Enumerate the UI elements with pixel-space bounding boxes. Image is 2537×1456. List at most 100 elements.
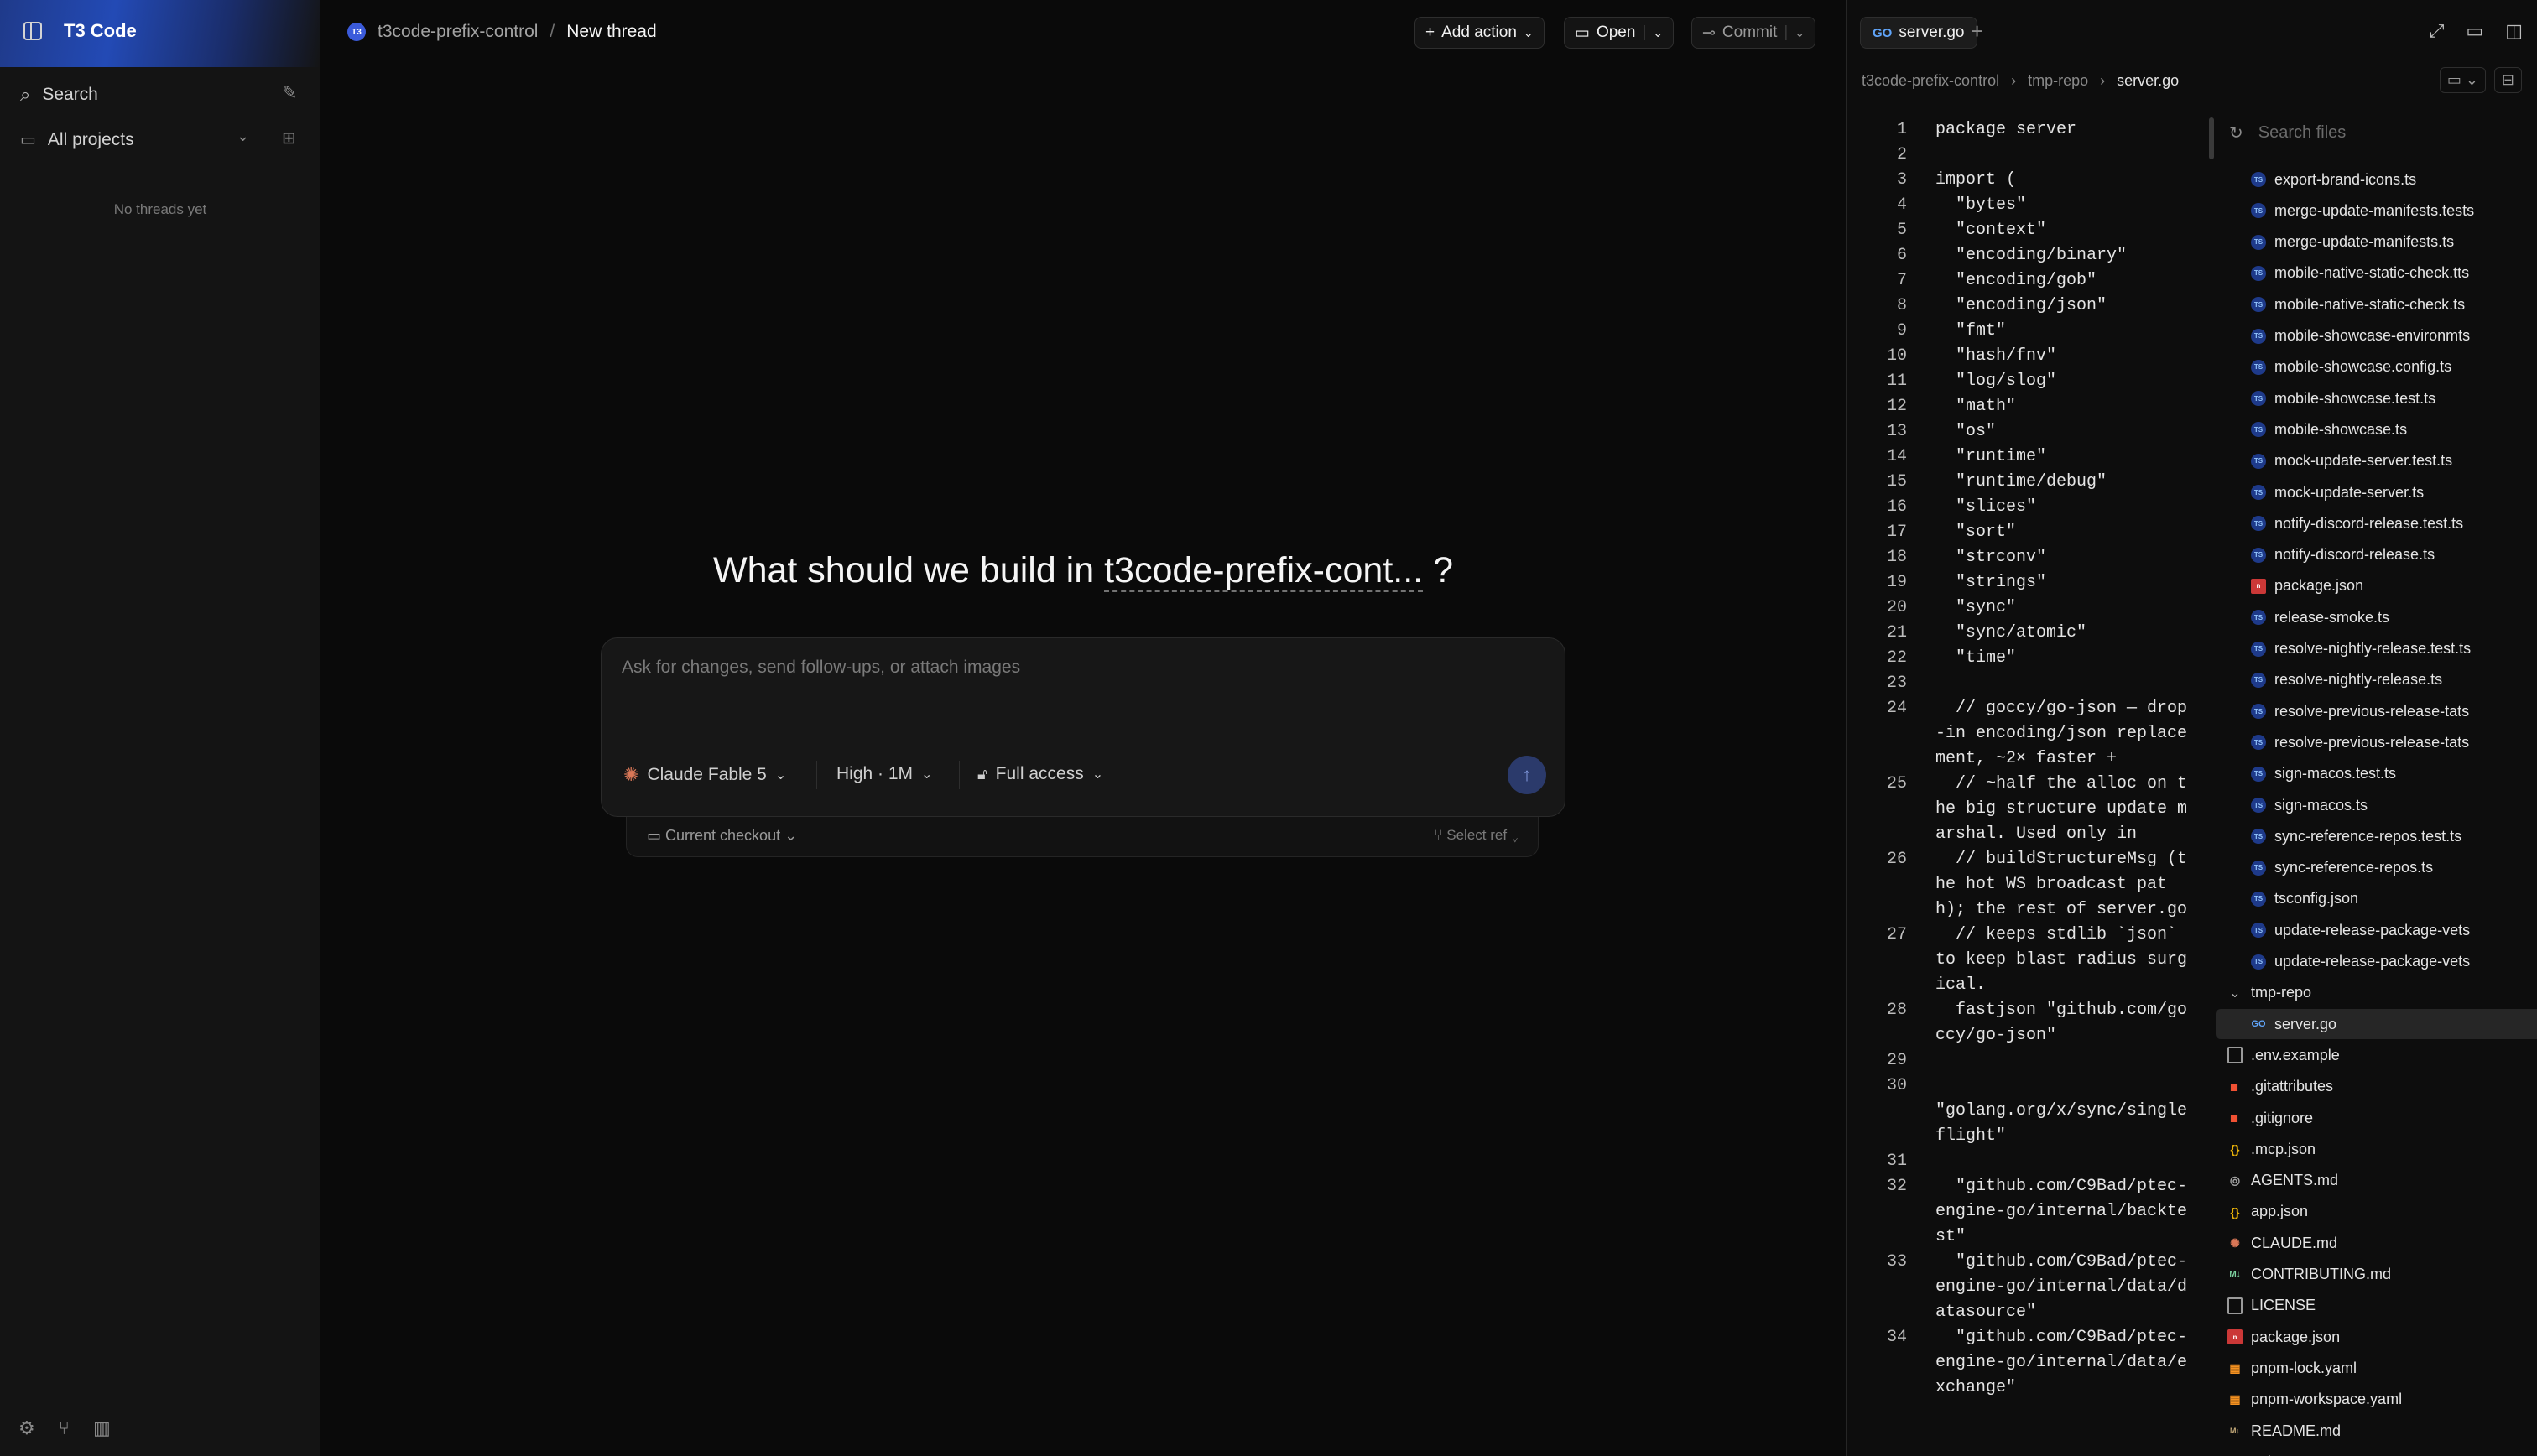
- tree-file[interactable]: TS sync-reference-repos.test.ts: [2216, 821, 2537, 851]
- tree-file[interactable]: TS mobile-showcase.ts: [2216, 414, 2537, 445]
- chevron-down-icon[interactable]: ⌄: [237, 127, 249, 145]
- tree-file[interactable]: TS mobile-showcase.test.ts: [2216, 383, 2537, 413]
- thread-title: New thread: [566, 22, 657, 41]
- commit-button[interactable]: ⊸ Commit | ⌄: [1691, 17, 1816, 49]
- tree-file[interactable]: TS resolve-previous-release-tats: [2216, 727, 2537, 757]
- folder-view-icon[interactable]: ▭ ⌄: [2439, 67, 2486, 93]
- add-action-button[interactable]: + Add action ⌄: [1414, 17, 1545, 49]
- new-tab-icon[interactable]: +: [1971, 18, 1983, 44]
- line-text: // ~half the alloc on the big structure_…: [1935, 774, 2188, 844]
- tree-file[interactable]: ◎ AGENTS.md: [2216, 1166, 2537, 1196]
- access-selector[interactable]: 🔓︎ Full access ⌄: [977, 764, 1103, 784]
- tree-toggle-icon[interactable]: ⊟: [2493, 67, 2522, 93]
- tree-file[interactable]: ✺ CLAUDE.md: [2216, 1228, 2537, 1258]
- tree-file[interactable]: TS release-smoke.ts: [2216, 602, 2537, 632]
- checkout-selector[interactable]: ▭ Current checkout ⌄: [647, 827, 797, 845]
- tree-file[interactable]: TS mock-update-server.test.ts: [2216, 446, 2537, 476]
- code-line: 26 // buildStructureMsg (the hot WS broa…: [1847, 847, 2207, 923]
- pnpm-icon: ▦: [2229, 1360, 2241, 1375]
- chevron-down-icon[interactable]: ⌄: [1653, 26, 1663, 40]
- tree-file[interactable]: {} .mcp.json: [2216, 1134, 2537, 1164]
- line-number: 28: [1886, 1001, 1907, 1020]
- tree-file[interactable]: TS update-release-package-vets: [2216, 915, 2537, 945]
- tree-file[interactable]: TS export-brand-icons.ts: [2216, 164, 2537, 195]
- tree-file[interactable]: M↓ CONTRIBUTING.md: [2216, 1260, 2537, 1290]
- file-search-input[interactable]: [2256, 122, 2495, 143]
- select-ref-button[interactable]: ⑂ Select ref ⌄: [1434, 827, 1519, 844]
- search-label: Search: [42, 85, 98, 104]
- tree-file[interactable]: n package.json: [2216, 1322, 2537, 1352]
- tree-file[interactable]: ▦ pnpm-lock.yaml: [2216, 1353, 2537, 1383]
- breadcrumb-folder[interactable]: tmp-repo: [2028, 72, 2088, 90]
- typescript-icon: TS: [2251, 641, 2266, 657]
- model-label: Claude Fable 5: [647, 765, 767, 784]
- tree-file[interactable]: TS resolve-previous-release-tats: [2216, 696, 2537, 726]
- line-text: "slices": [1935, 497, 2037, 517]
- tree-file[interactable]: GO server.go: [2216, 1009, 2537, 1040]
- tree-file[interactable]: .env.example: [2216, 1040, 2537, 1070]
- layout-bottom-icon[interactable]: ▭: [2466, 20, 2483, 42]
- tree-file[interactable]: TS sync-reference-repos.ts: [2216, 853, 2537, 883]
- breadcrumb-root[interactable]: t3code-prefix-control: [1862, 72, 1999, 90]
- tab-server-go[interactable]: GO server.go: [1860, 17, 1977, 49]
- line-number: 18: [1886, 548, 1907, 567]
- tree-file[interactable]: {}t3.json: [2216, 1447, 2537, 1456]
- file-view-controls: ▭ ⌄ ⊟: [2439, 67, 2522, 93]
- tree-file[interactable]: n package.json: [2216, 571, 2537, 601]
- code-line: 33 "github.com/C9Bad/ptec-engine-go/inte…: [1847, 1250, 2207, 1325]
- tree-file[interactable]: TS resolve-nightly-release.ts: [2216, 665, 2537, 695]
- tree-file[interactable]: TS sign-macos.ts: [2216, 790, 2537, 820]
- tree-folder[interactable]: ⌄ tmp-repo: [2216, 978, 2537, 1008]
- refresh-icon[interactable]: ↻: [2229, 122, 2243, 143]
- tree-file[interactable]: TS merge-update-manifests.ts: [2216, 227, 2537, 257]
- code-editor[interactable]: 1 package server 2 3 import (4 "bytes" 5 "con…: [1847, 117, 2207, 1456]
- code-line: 29: [1847, 1048, 2207, 1074]
- tree-file[interactable]: TS sign-macos.test.ts: [2216, 759, 2537, 789]
- send-button[interactable]: ↑: [1508, 756, 1546, 794]
- tree-file[interactable]: TS resolve-nightly-release.test.ts: [2216, 634, 2537, 664]
- tree-file[interactable]: TS notify-discord-release.ts: [2216, 540, 2537, 570]
- tree-file[interactable]: TS mobile-showcase-environmts: [2216, 321, 2537, 351]
- branch-icon[interactable]: ⑂: [59, 1417, 70, 1439]
- new-thread-icon[interactable]: ✎: [282, 82, 297, 104]
- tree-file[interactable]: M↓ README.md: [2216, 1416, 2537, 1446]
- tree-file[interactable]: TS merge-update-manifests.tests: [2216, 195, 2537, 226]
- stats-icon[interactable]: ▥: [93, 1417, 111, 1439]
- breadcrumb-project[interactable]: t3code-prefix-control: [378, 22, 538, 42]
- chevron-down-icon[interactable]: ⌄: [1795, 26, 1805, 40]
- code-scrollbar[interactable]: [2209, 117, 2214, 159]
- sidebar-toggle-icon[interactable]: [23, 22, 42, 40]
- effort-selector[interactable]: High · 1M ⌄: [836, 764, 932, 784]
- typescript-icon: TS: [2251, 453, 2266, 469]
- tree-file[interactable]: TS mobile-native-static-check.tts: [2216, 258, 2537, 289]
- add-project-icon[interactable]: ⊞: [282, 127, 296, 148]
- tree-file[interactable]: TS tsconfig.json: [2216, 884, 2537, 914]
- composer-input[interactable]: [620, 657, 1462, 679]
- typescript-icon: TS: [2251, 203, 2266, 219]
- tree-file[interactable]: TS mobile-native-static-check.ts: [2216, 289, 2537, 320]
- breadcrumb-separator: ›: [2100, 72, 2106, 89]
- layout-right-icon[interactable]: ◫: [2505, 20, 2523, 42]
- search-button[interactable]: ⌕ Search: [20, 84, 98, 106]
- tree-file[interactable]: TS mock-update-server.ts: [2216, 477, 2537, 507]
- tree-file[interactable]: TS notify-discord-release.test.ts: [2216, 508, 2537, 538]
- line-text: [1922, 1048, 2191, 1074]
- tree-item-label: CONTRIBUTING.md: [2251, 1266, 2392, 1282]
- tree-file[interactable]: ◆ .gitattributes: [2216, 1072, 2537, 1102]
- open-button[interactable]: ▭ Open | ⌄: [1564, 17, 1675, 49]
- panel-controls: ⤢ ▭ ◫: [2430, 20, 2523, 42]
- model-selector[interactable]: ✺ Claude Fable 5 ⌄: [623, 764, 786, 786]
- tree-file[interactable]: ◆ .gitignore: [2216, 1103, 2537, 1133]
- prompt-project[interactable]: t3code-prefix-cont...: [1104, 550, 1424, 592]
- tree-file[interactable]: {} app.json: [2216, 1197, 2537, 1227]
- expand-icon[interactable]: ⤢: [2430, 20, 2445, 42]
- tree-file[interactable]: LICENSE: [2216, 1291, 2537, 1321]
- code-line: 27 // keeps stdlib `json` to keep blast …: [1847, 923, 2207, 998]
- line-number: 7: [1896, 271, 1907, 290]
- tree-file[interactable]: TS update-release-package-vets: [2216, 947, 2537, 977]
- tree-item-label: update-release-package-vets: [2274, 921, 2471, 939]
- tree-file[interactable]: TS mobile-showcase.config.ts: [2216, 352, 2537, 382]
- projects-selector[interactable]: ▭ All projects: [20, 129, 134, 150]
- tree-file[interactable]: ▦ pnpm-workspace.yaml: [2216, 1385, 2537, 1415]
- gear-icon[interactable]: ⚙: [18, 1417, 35, 1439]
